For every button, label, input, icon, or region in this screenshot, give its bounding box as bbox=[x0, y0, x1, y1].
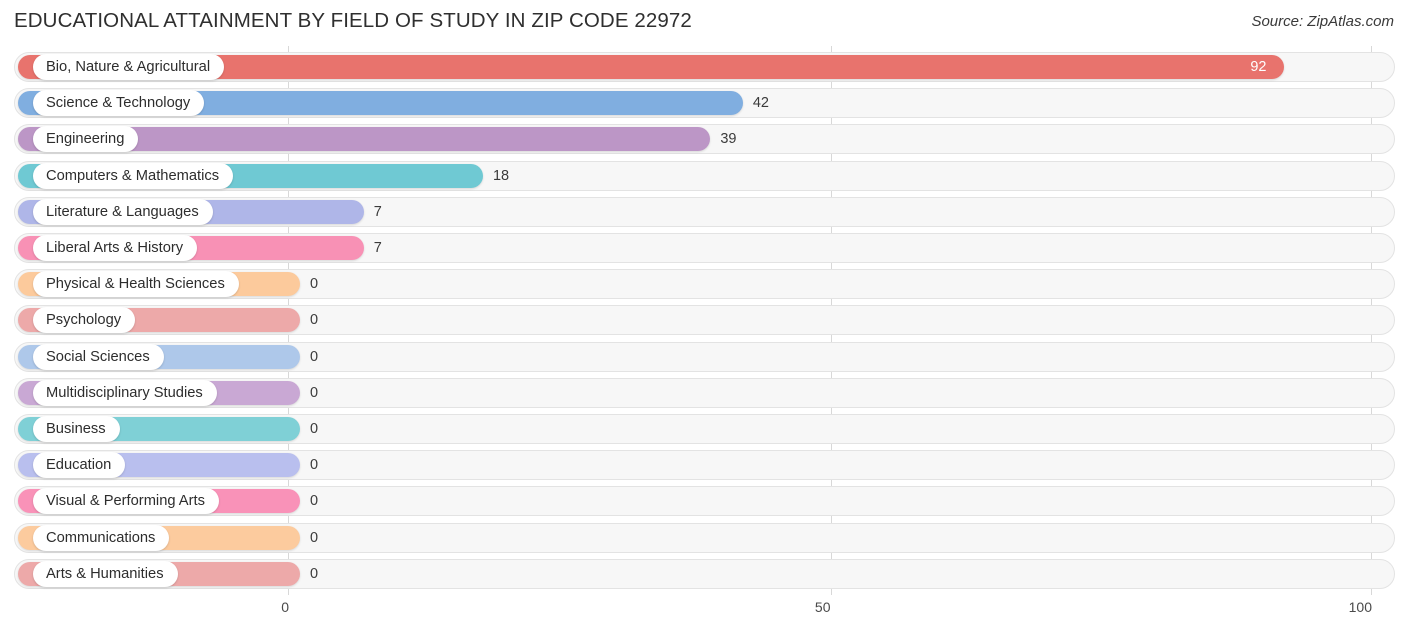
chart-plot-area: Bio, Nature & Agricultural 92 Science & Te… bbox=[0, 46, 1406, 595]
bar-category-label: Business bbox=[33, 416, 120, 442]
bar-value-label: 0 bbox=[310, 348, 319, 365]
bar-value-label: 92 bbox=[1250, 59, 1267, 75]
bar-category-label: Engineering bbox=[33, 126, 139, 153]
x-axis: 0 50 100 bbox=[0, 595, 1406, 631]
bar-category-label: Physical & Health Sciences bbox=[33, 271, 239, 298]
page-title: EDUCATIONAL ATTAINMENT BY FIELD OF STUDY… bbox=[14, 9, 692, 32]
x-axis-tick-label: 50 bbox=[814, 599, 831, 615]
bar-category-label: Multidisciplinary Studies bbox=[33, 379, 217, 406]
bar-value-label: 0 bbox=[310, 312, 319, 329]
bar-value-label: 0 bbox=[310, 421, 319, 437]
table-row[interactable]: Communications 0 bbox=[14, 522, 1395, 553]
table-row[interactable]: Business 0 bbox=[14, 414, 1395, 444]
bar-category-label: Computers & Mathematics bbox=[33, 162, 234, 189]
bar-value-label: 39 bbox=[720, 131, 737, 148]
bar-value-label: 0 bbox=[310, 565, 319, 582]
bar-value-label: 7 bbox=[373, 203, 382, 220]
table-row[interactable]: Computers & Mathematics 18 bbox=[14, 160, 1395, 191]
table-row[interactable]: Education 0 bbox=[14, 450, 1395, 481]
bar-value-label: 18 bbox=[492, 167, 510, 184]
bar-value-label: 0 bbox=[310, 457, 319, 474]
bar-value-label: 0 bbox=[310, 276, 319, 293]
bar-value-label: 0 bbox=[310, 384, 319, 401]
bar-category-label: Psychology bbox=[33, 307, 136, 334]
bar-category-label: Education bbox=[33, 452, 126, 479]
bar-value-label: 0 bbox=[310, 529, 319, 546]
x-axis-tick-label: 100 bbox=[1348, 599, 1372, 615]
bar-category-label: Bio, Nature & Agricultural bbox=[33, 54, 225, 80]
table-row[interactable]: Science & Technology 42 bbox=[14, 88, 1395, 119]
bar-value-label: 42 bbox=[752, 95, 769, 112]
bar-category-label: Science & Technology bbox=[33, 90, 205, 117]
table-row[interactable]: Arts & Humanities 0 bbox=[14, 558, 1395, 589]
bar-value-label: 0 bbox=[310, 493, 319, 510]
table-row[interactable]: Literature & Languages 7 bbox=[14, 196, 1395, 227]
table-row[interactable]: Bio, Nature & Agricultural 92 bbox=[14, 52, 1395, 82]
bar-category-label: Communications bbox=[33, 524, 170, 551]
source-attribution: Source: ZipAtlas.com bbox=[1251, 13, 1394, 30]
bar-category-label: Literature & Languages bbox=[33, 198, 213, 225]
table-row[interactable]: Engineering 39 bbox=[14, 124, 1395, 155]
x-axis-tick-label: 0 bbox=[281, 599, 289, 615]
table-row[interactable]: Liberal Arts & History 7 bbox=[14, 233, 1395, 263]
bar-category-label: Liberal Arts & History bbox=[33, 235, 198, 261]
bar-category-label: Social Sciences bbox=[33, 343, 164, 370]
bar-category-label: Visual & Performing Arts bbox=[33, 488, 219, 515]
table-row[interactable]: Visual & Performing Arts 0 bbox=[14, 486, 1395, 517]
bar-value-label: 7 bbox=[373, 240, 382, 256]
chart-header: EDUCATIONAL ATTAINMENT BY FIELD OF STUDY… bbox=[0, 0, 1406, 46]
bar-category-label: Arts & Humanities bbox=[33, 560, 178, 587]
table-row[interactable]: Multidisciplinary Studies 0 bbox=[14, 377, 1395, 408]
table-row[interactable]: Social Sciences 0 bbox=[14, 341, 1395, 372]
table-row[interactable]: Physical & Health Sciences 0 bbox=[14, 269, 1395, 300]
table-row[interactable]: Psychology 0 bbox=[14, 305, 1395, 336]
